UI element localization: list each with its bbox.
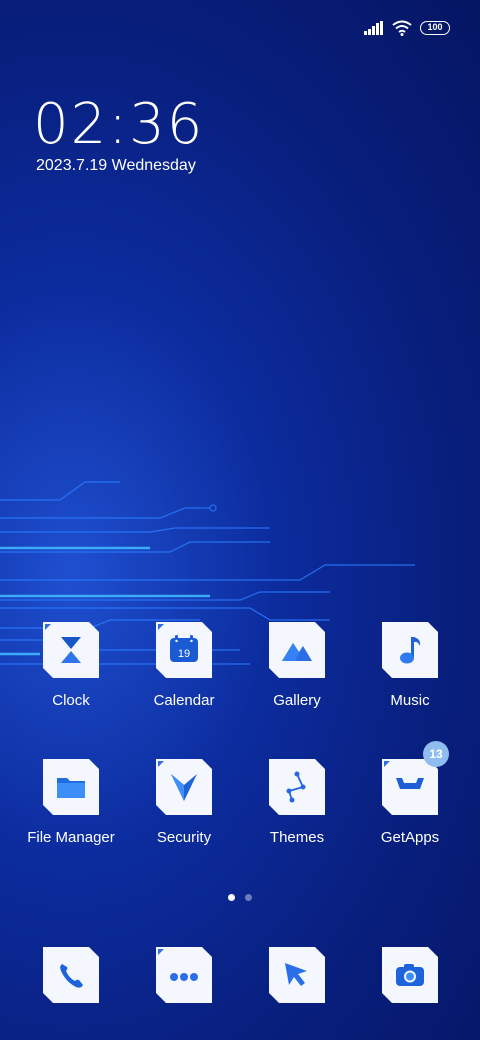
clock-time[interactable]: 02:36 <box>33 92 204 157</box>
app-calendar[interactable]: 19 Calendar <box>129 622 239 709</box>
browser-cursor-icon <box>279 957 315 993</box>
app-getapps[interactable]: 13 GetApps <box>355 741 465 846</box>
phone-icon <box>53 957 89 993</box>
app-label: Gallery <box>273 692 321 709</box>
app-clock[interactable]: Clock <box>16 622 126 709</box>
page-dot-1[interactable] <box>228 894 235 901</box>
app-label: Music <box>390 692 430 709</box>
app-tile[interactable] <box>269 759 325 815</box>
app-label: Themes <box>269 829 325 846</box>
app-tile[interactable] <box>382 947 438 1003</box>
app-label: Clock <box>52 692 90 709</box>
shield-check-icon <box>166 769 202 805</box>
hourglass-icon <box>53 632 89 668</box>
page-indicator[interactable] <box>0 894 480 901</box>
wifi-icon <box>392 20 412 36</box>
app-tile[interactable] <box>156 759 212 815</box>
messages-icon <box>166 957 202 993</box>
camera-icon <box>392 957 428 993</box>
store-icon <box>392 769 428 805</box>
signal-bars-icon <box>364 21 383 35</box>
battery-indicator: 100 <box>420 21 450 35</box>
app-tile[interactable] <box>382 622 438 678</box>
dock-messages[interactable] <box>129 947 239 1003</box>
music-note-icon <box>392 632 428 668</box>
app-tile[interactable] <box>43 622 99 678</box>
notification-badge: 13 <box>423 741 449 767</box>
app-tile[interactable] <box>156 947 212 1003</box>
app-tile[interactable] <box>382 759 438 815</box>
app-music[interactable]: Music <box>355 622 465 709</box>
app-tile[interactable] <box>43 947 99 1003</box>
app-security[interactable]: Security <box>129 759 239 846</box>
status-bar: 100 <box>364 16 450 40</box>
app-tile[interactable] <box>43 759 99 815</box>
app-label: Security <box>156 829 212 846</box>
app-tile[interactable]: 19 <box>156 622 212 678</box>
page-dot-2[interactable] <box>245 894 252 901</box>
themes-icon <box>279 769 315 805</box>
app-gallery[interactable]: Gallery <box>242 622 352 709</box>
mountain-icon <box>279 632 315 668</box>
calendar-day: 19 <box>178 648 190 660</box>
dock-camera[interactable] <box>355 947 465 1003</box>
app-tile[interactable] <box>269 622 325 678</box>
app-file-manager[interactable]: File Manager <box>16 759 126 846</box>
folder-icon <box>53 769 89 805</box>
dock-browser[interactable] <box>242 947 352 1003</box>
app-label: GetApps <box>380 829 440 846</box>
app-tile[interactable] <box>269 947 325 1003</box>
app-label: Calendar <box>153 692 215 709</box>
app-themes[interactable]: Themes <box>242 759 352 846</box>
app-label: File Manager <box>27 829 115 846</box>
dock-phone[interactable] <box>16 947 126 1003</box>
clock-date[interactable]: 2023.7.19 Wednesday <box>36 157 196 175</box>
calendar-icon: 19 <box>166 632 202 668</box>
